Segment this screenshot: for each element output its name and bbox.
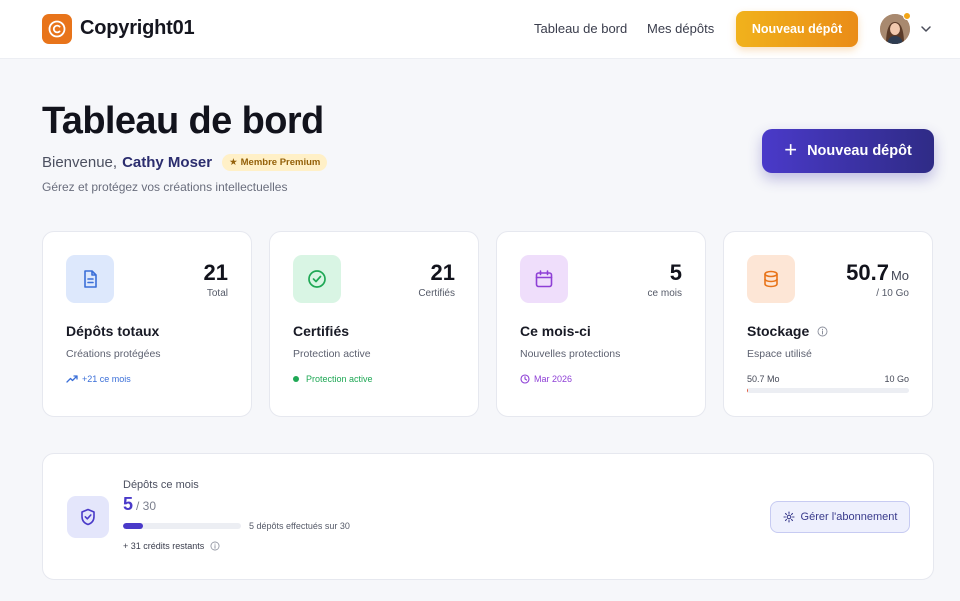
welcome-line: Bienvenue, Cathy Moser ★ Membre Premium bbox=[42, 154, 328, 171]
stat-value-label: ce mois bbox=[647, 288, 682, 299]
new-deposit-nav-button[interactable]: Nouveau dépôt bbox=[736, 11, 858, 47]
nav-link-dashboard[interactable]: Tableau de bord bbox=[534, 21, 627, 36]
new-deposit-label: Nouveau dépôt bbox=[807, 143, 912, 159]
card-footer-text: Mar 2026 bbox=[534, 374, 573, 384]
page-subtitle: Gérez et protégez vos créations intellec… bbox=[42, 180, 288, 194]
notification-dot bbox=[903, 12, 911, 20]
subscription-panel: Dépôts ce mois 5/ 30 5 dépôts effectués … bbox=[42, 453, 934, 580]
storage-value: 50.7 Mo bbox=[846, 260, 909, 286]
manage-subscription-label: Gérer l'abonnement bbox=[800, 511, 898, 523]
shield-check-icon bbox=[67, 496, 109, 538]
card-footer: Mar 2026 bbox=[520, 374, 572, 384]
card-title: Stockage bbox=[747, 323, 828, 339]
card-subtitle: Espace utilisé bbox=[747, 348, 812, 360]
storage-used-label: 50.7 Mo bbox=[747, 374, 780, 384]
card-title: Ce mois-ci bbox=[520, 323, 591, 339]
card-title: Certifiés bbox=[293, 323, 350, 339]
welcome-prefix: Bienvenue, bbox=[42, 154, 118, 171]
new-deposit-button[interactable]: + Nouveau dépôt bbox=[762, 129, 934, 173]
remaining-credits-text: + 31 crédits restants bbox=[123, 541, 205, 551]
page-title: Tableau de bord bbox=[42, 100, 324, 142]
stat-card-this-month[interactable]: 5 ce mois Ce mois-ci Nouvelles protectio… bbox=[496, 231, 706, 417]
deposits-progress-bar bbox=[123, 523, 241, 529]
storage-used-value: 50.7 bbox=[846, 260, 889, 285]
check-circle-icon bbox=[293, 255, 341, 303]
top-navigation: Copyright01 Tableau de bord Mes dépôts N… bbox=[0, 0, 960, 59]
deposits-progress-fill bbox=[123, 523, 143, 529]
manage-subscription-button[interactable]: Gérer l'abonnement bbox=[770, 501, 910, 533]
card-subtitle: Nouvelles protections bbox=[520, 348, 621, 360]
copyright-logo-icon[interactable] bbox=[42, 14, 72, 44]
card-title: Dépôts totaux bbox=[66, 323, 160, 339]
deposits-count: 5/ 30 bbox=[123, 494, 156, 515]
calendar-icon bbox=[520, 255, 568, 303]
document-icon bbox=[66, 255, 114, 303]
card-subtitle: Créations protégées bbox=[66, 348, 161, 360]
deposits-count-total: / 30 bbox=[136, 499, 157, 513]
card-subtitle: Protection active bbox=[293, 348, 371, 360]
status-dot-icon bbox=[293, 376, 299, 382]
stat-value: 21 bbox=[203, 260, 228, 285]
stat-value: 5 bbox=[669, 260, 682, 285]
stat-value-label: / 10 Go bbox=[876, 288, 909, 299]
card-footer-text: Protection active bbox=[306, 374, 373, 384]
nav-link-my-deposits[interactable]: Mes dépôts bbox=[647, 21, 714, 36]
info-icon[interactable] bbox=[210, 541, 220, 551]
deposits-this-month-label: Dépôts ce mois bbox=[123, 479, 199, 491]
card-footer-text: +21 ce mois bbox=[82, 374, 131, 384]
remaining-credits: + 31 crédits restants bbox=[123, 541, 220, 551]
card-footer: +21 ce mois bbox=[66, 374, 131, 384]
database-icon bbox=[747, 255, 795, 303]
deposits-count-value: 5 bbox=[123, 494, 134, 514]
trend-up-icon bbox=[66, 375, 78, 383]
stat-value-label: Certifiés bbox=[418, 288, 455, 299]
info-icon[interactable] bbox=[817, 326, 828, 337]
clock-icon bbox=[520, 374, 530, 384]
stat-value-label: Total bbox=[206, 288, 228, 299]
storage-unit: Mo bbox=[890, 268, 909, 283]
stat-card-storage[interactable]: 50.7 Mo / 10 Go Stockage Espace utilisé 5… bbox=[723, 231, 933, 417]
brand-name[interactable]: Copyright01 bbox=[80, 17, 195, 40]
user-name: Cathy Moser bbox=[122, 154, 213, 171]
gear-icon bbox=[782, 511, 795, 523]
stat-card-certified[interactable]: 21 Certifiés Certifiés Protection active… bbox=[269, 231, 479, 417]
star-icon: ★ bbox=[229, 157, 238, 168]
card-footer: Protection active bbox=[293, 374, 373, 384]
card-title-text: Stockage bbox=[747, 323, 810, 339]
storage-progress-bar bbox=[747, 388, 909, 393]
chevron-down-icon[interactable] bbox=[919, 22, 933, 36]
storage-progress-fill bbox=[747, 388, 748, 393]
plus-icon: + bbox=[784, 137, 798, 162]
deposits-progress-text: 5 dépôts effectués sur 30 bbox=[249, 521, 350, 531]
storage-capacity-label: 10 Go bbox=[884, 374, 909, 384]
stat-value: 21 bbox=[430, 260, 455, 285]
stat-card-total-deposits[interactable]: 21 Total Dépôts totaux Créations protégé… bbox=[42, 231, 252, 417]
premium-badge-label: Membre Premium bbox=[240, 157, 321, 168]
premium-badge: ★ Membre Premium bbox=[222, 154, 328, 171]
storage-usage-labels: 50.7 Mo 10 Go bbox=[747, 374, 909, 384]
